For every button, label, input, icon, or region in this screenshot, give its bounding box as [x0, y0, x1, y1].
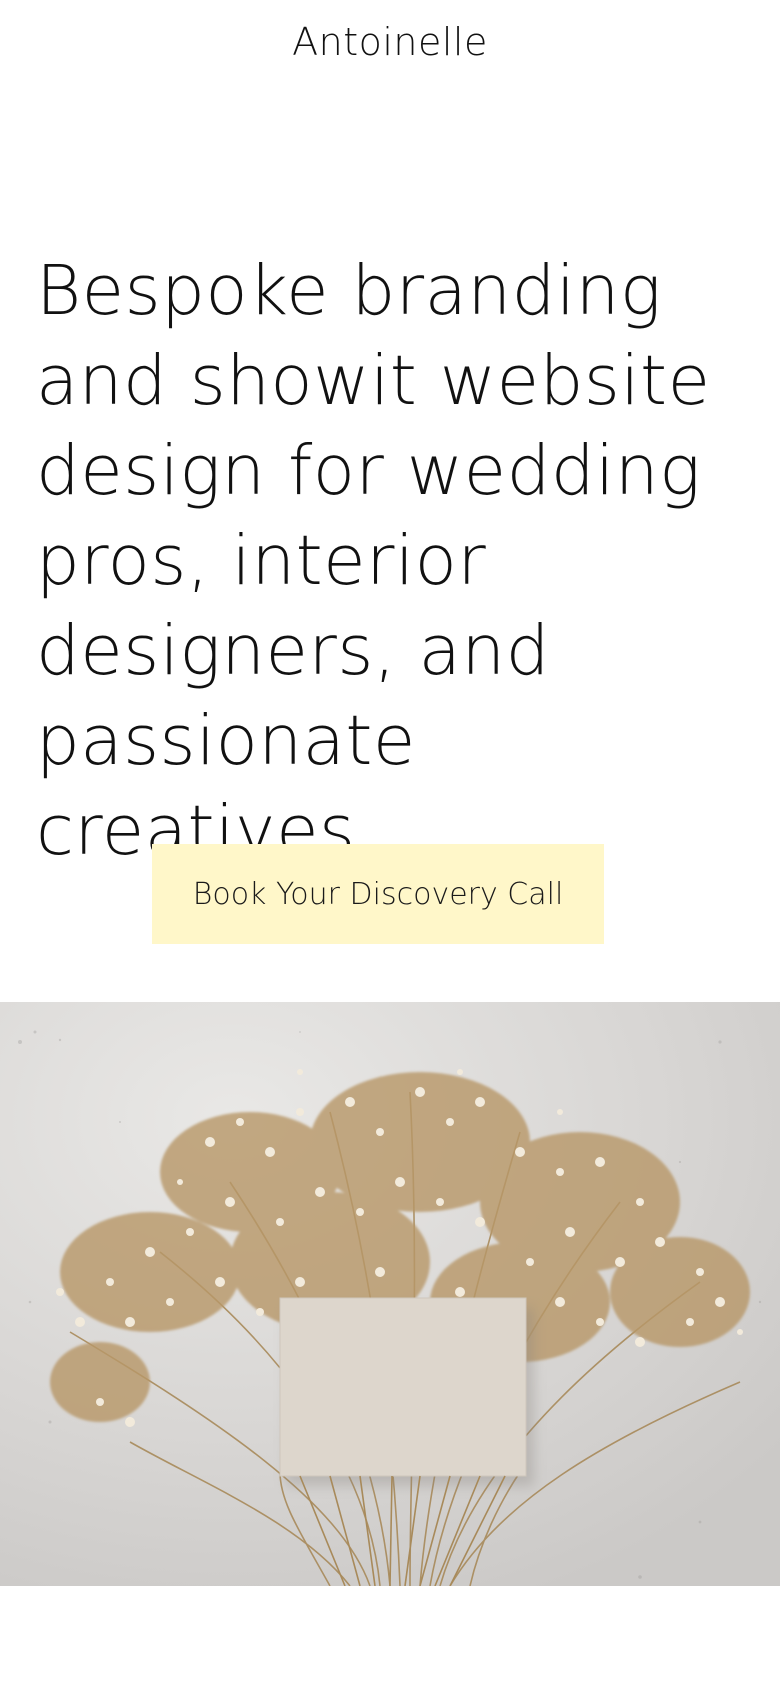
brand-logo[interactable]: Antoinelle: [0, 20, 780, 64]
hero-headline: Bespoke branding and showit website desi…: [36, 251, 711, 871]
flatlay-illustration: [0, 1002, 780, 1586]
hero-photo: [0, 1002, 780, 1586]
blank-card: [280, 1298, 526, 1476]
book-discovery-call-button[interactable]: Book Your Discovery Call: [152, 844, 604, 944]
